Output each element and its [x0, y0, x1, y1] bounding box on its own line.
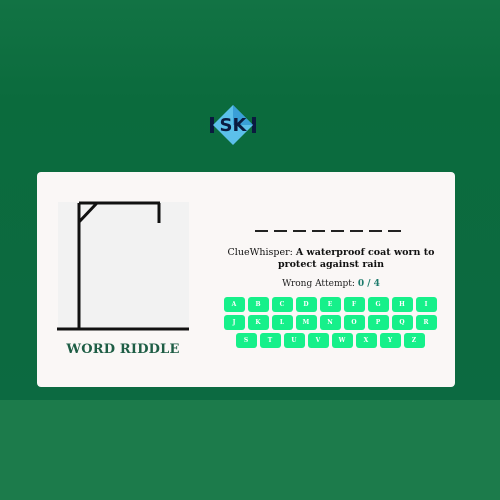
key-v-button[interactable]: V — [307, 333, 329, 348]
key-b-button[interactable]: B — [247, 297, 269, 312]
gallows-drawing — [55, 198, 191, 334]
key-n-button[interactable]: N — [319, 315, 341, 330]
game-title: WORD RIDDLE — [66, 342, 180, 357]
key-h-button[interactable]: H — [391, 297, 413, 312]
key-s-button[interactable]: S — [235, 333, 257, 348]
keyboard-row: JKLMNOPQR — [223, 315, 437, 330]
key-j-button[interactable]: J — [223, 315, 245, 330]
key-y-button[interactable]: Y — [379, 333, 401, 348]
letter-slot — [255, 210, 268, 232]
attempts-label: Wrong Attempt: — [282, 279, 355, 289]
key-r-button[interactable]: R — [415, 315, 437, 330]
clue-hint: A waterproof coat worn to protect agains… — [277, 247, 435, 270]
wrong-attempts: Wrong Attempt: 0 / 4 — [220, 279, 442, 289]
key-u-button[interactable]: U — [283, 333, 305, 348]
key-z-button[interactable]: Z — [403, 333, 425, 348]
letter-slot — [331, 210, 344, 232]
letter-slot — [274, 210, 287, 232]
key-c-button[interactable]: C — [271, 297, 293, 312]
letter-slot — [350, 210, 363, 232]
key-d-button[interactable]: D — [295, 297, 317, 312]
key-a-button[interactable]: A — [223, 297, 245, 312]
key-e-button[interactable]: E — [319, 297, 341, 312]
clue-text: ClueWhisper: A waterproof coat worn to p… — [220, 247, 442, 271]
svg-text:SK: SK — [220, 115, 248, 136]
letter-slot — [388, 210, 401, 232]
key-w-button[interactable]: W — [331, 333, 353, 348]
letter-slot — [312, 210, 325, 232]
key-k-button[interactable]: K — [247, 315, 269, 330]
key-i-button[interactable]: I — [415, 297, 437, 312]
keyboard-row: STUVWXYZ — [223, 333, 437, 348]
key-p-button[interactable]: P — [367, 315, 389, 330]
clue-label: ClueWhisper: — [227, 247, 293, 258]
letter-keyboard: ABCDEFGHI JKLMNOPQR STUVWXYZ — [223, 297, 437, 351]
keyboard-row: ABCDEFGHI — [223, 297, 437, 312]
key-x-button[interactable]: X — [355, 333, 377, 348]
word-display — [255, 210, 405, 232]
key-t-button[interactable]: T — [259, 333, 281, 348]
letter-slot — [293, 210, 306, 232]
sk-logo-icon: SK — [210, 103, 256, 147]
key-g-button[interactable]: G — [367, 297, 389, 312]
key-l-button[interactable]: L — [271, 315, 293, 330]
attempts-count: 0 / 4 — [357, 279, 380, 289]
letter-slot — [369, 210, 382, 232]
key-f-button[interactable]: F — [343, 297, 365, 312]
key-o-button[interactable]: O — [343, 315, 365, 330]
key-m-button[interactable]: M — [295, 315, 317, 330]
key-q-button[interactable]: Q — [391, 315, 413, 330]
